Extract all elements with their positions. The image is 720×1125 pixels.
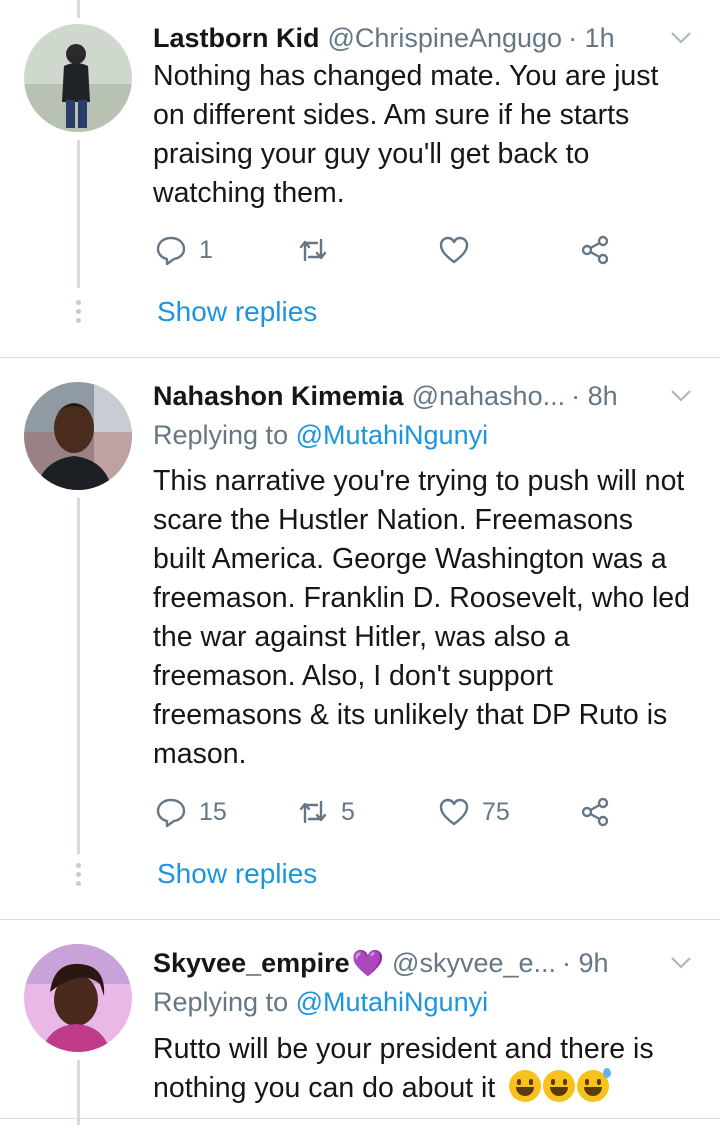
- timestamp[interactable]: · 1h: [568, 23, 615, 54]
- divider: [0, 1118, 720, 1119]
- avatar[interactable]: [24, 382, 132, 490]
- replying-to-mention[interactable]: @MutahiNgunyi: [296, 987, 489, 1017]
- replying-to-label: Replying to: [153, 987, 296, 1017]
- share-icon: [581, 797, 609, 827]
- tweet-text: Rutto will be your president and there i…: [153, 1030, 693, 1108]
- display-name[interactable]: Nahashon Kimemia: [153, 381, 404, 412]
- retweet-icon: [299, 800, 327, 824]
- thread-line: [77, 140, 80, 288]
- tweet-header: Skyvee_empire 💜 @skyvee_e... · 9h: [153, 943, 690, 983]
- purple-heart-emoji: 💜: [351, 947, 385, 978]
- tweet-text: This narrative you're trying to push wil…: [153, 465, 690, 770]
- avatar[interactable]: [24, 24, 132, 132]
- share-button[interactable]: [579, 230, 611, 270]
- tweet[interactable]: Nahashon Kimemia @nahasho... · 8h Replyi…: [0, 358, 720, 919]
- reply-count: 1: [199, 235, 213, 264]
- retweet-icon: [299, 238, 327, 262]
- share-button[interactable]: [579, 792, 611, 832]
- heart-icon: [439, 798, 469, 826]
- chevron-down-icon[interactable]: [670, 31, 692, 45]
- tweet-header: Nahashon Kimemia @nahasho... · 8h: [153, 376, 690, 416]
- show-replies-link[interactable]: Show replies: [157, 296, 317, 328]
- thread-line: [77, 498, 80, 854]
- replying-to: Replying to @MutahiNgunyi: [153, 420, 488, 451]
- tweet-actions: 15 5 75: [155, 792, 625, 832]
- timestamp[interactable]: · 9h: [562, 948, 609, 979]
- replying-to-mention[interactable]: @MutahiNgunyi: [296, 420, 489, 450]
- chevron-down-icon[interactable]: [670, 956, 692, 970]
- reply-button[interactable]: 15: [155, 792, 227, 832]
- user-handle[interactable]: @nahasho...: [412, 381, 566, 412]
- chevron-down-icon[interactable]: [670, 389, 692, 403]
- tweet-text: Nothing has changed mate. You are just o…: [153, 60, 659, 209]
- tweet-actions: 1: [155, 230, 625, 270]
- reply-icon: [156, 798, 186, 828]
- grinning-sweat-emoji: [577, 1068, 612, 1102]
- retweet-button[interactable]: 5: [297, 792, 355, 832]
- like-button[interactable]: [438, 230, 482, 270]
- more-replies-dots: [75, 300, 82, 327]
- tweet[interactable]: Lastborn Kid @ChrispineAngugo · 1h Nothi…: [0, 0, 720, 357]
- reply-count: 15: [199, 797, 227, 826]
- heart-icon: [439, 236, 469, 264]
- avatar[interactable]: [24, 944, 132, 1052]
- like-count: 75: [482, 797, 510, 826]
- tweet[interactable]: Skyvee_empire 💜 @skyvee_e... · 9h Replyin…: [0, 920, 720, 1125]
- grinning-face-emoji: [509, 1070, 542, 1102]
- user-handle[interactable]: @ChrispineAngugo: [328, 23, 563, 54]
- like-button[interactable]: 75: [438, 792, 510, 832]
- show-replies-link[interactable]: Show replies: [157, 858, 317, 890]
- reply-icon: [156, 236, 186, 266]
- more-replies-dots: [75, 863, 82, 890]
- retweet-count: 5: [341, 797, 355, 826]
- user-handle[interactable]: @skyvee_e...: [392, 948, 556, 979]
- display-name[interactable]: Skyvee_empire: [153, 948, 350, 979]
- tweet-header: Lastborn Kid @ChrispineAngugo · 1h: [153, 18, 690, 58]
- retweet-button[interactable]: [297, 230, 341, 270]
- timestamp[interactable]: · 8h: [571, 381, 618, 412]
- reply-button[interactable]: 1: [155, 230, 213, 270]
- thread-line: [77, 1060, 80, 1125]
- display-name[interactable]: Lastborn Kid: [153, 23, 320, 54]
- replying-to: Replying to @MutahiNgunyi: [153, 987, 488, 1018]
- share-icon: [581, 235, 609, 265]
- replying-to-label: Replying to: [153, 420, 296, 450]
- grinning-face-emoji: [543, 1070, 576, 1102]
